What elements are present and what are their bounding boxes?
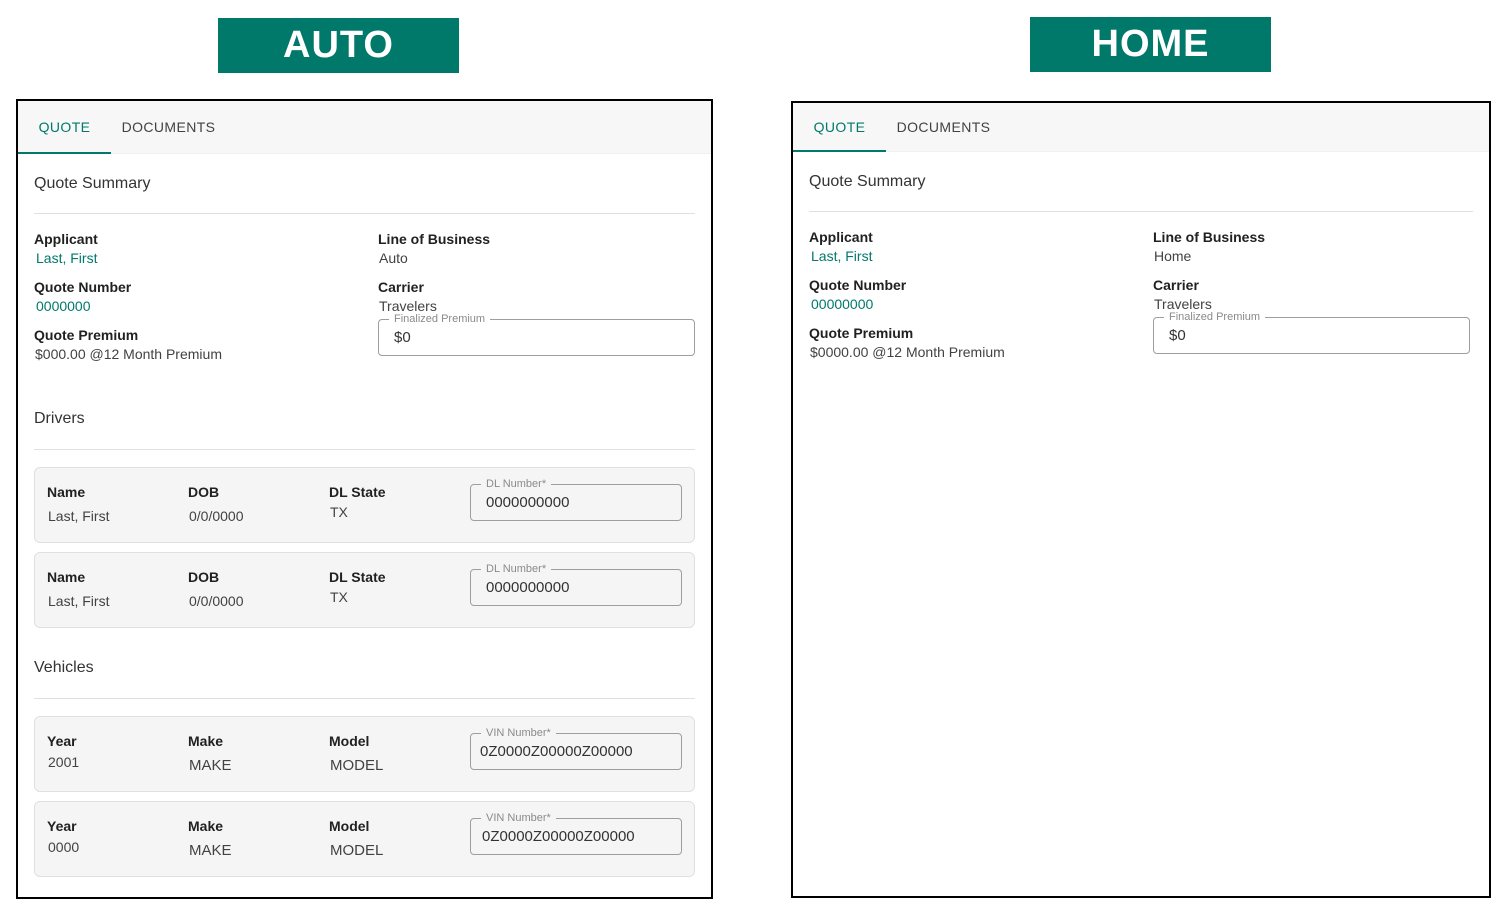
driver-dl-state-label: DL State [329, 484, 386, 500]
vehicle-model: MODEL [330, 757, 384, 774]
vehicle-model-label: Model [329, 733, 370, 749]
home-banner: HOME [1030, 17, 1271, 72]
driver-name-label: Name [47, 484, 86, 500]
finalized-premium-label: Finalized Premium [389, 312, 491, 326]
applicant-link[interactable]: Last, First [809, 246, 1153, 267]
dl-number-field[interactable]: DL Number* 0000000000 [470, 477, 682, 521]
vehicles-title: Vehicles [34, 637, 695, 699]
applicant-label: Applicant [34, 231, 98, 247]
quote-number-link[interactable]: 00000000 [809, 294, 1153, 315]
line-of-business-label: Line of Business [378, 231, 491, 247]
drivers-title: Drivers [34, 388, 695, 450]
dl-number-label: DL Number* [481, 562, 552, 576]
vehicle-card: Year 2001 Make MAKE Model MODEL VIN Number*… [34, 716, 695, 792]
auto-tab-quote[interactable]: QUOTE [18, 101, 111, 154]
finalized-premium-field[interactable]: Finalized Premium $0 [378, 312, 695, 356]
home-quote-summary-title: Quote Summary [809, 152, 1473, 212]
vehicle-year: 0000 [48, 839, 80, 855]
home-quote-panel: QUOTE DOCUMENTS Quote Summary Applicant … [791, 101, 1491, 898]
home-tab-quote[interactable]: QUOTE [793, 103, 886, 152]
vehicle-model: MODEL [330, 842, 384, 859]
auto-summary: Applicant Last, First Quote Number 00000… [34, 214, 695, 374]
driver-dob: 0/0/0000 [189, 593, 244, 609]
dl-number-label: DL Number* [481, 477, 552, 491]
vehicle-make: MAKE [189, 842, 232, 859]
auto-tab-documents[interactable]: DOCUMENTS [111, 101, 226, 153]
dl-number-value: 0000000000 [486, 494, 570, 511]
vin-number-field[interactable]: VIN Number* 0Z0000Z00000Z00000 [470, 811, 682, 855]
quote-premium-label: Quote Premium [809, 325, 914, 341]
vin-number-label: VIN Number* [481, 811, 556, 825]
home-tab-bar: QUOTE DOCUMENTS [793, 103, 1489, 152]
auto-quote-summary-title: Quote Summary [34, 154, 695, 214]
carrier-label: Carrier [1153, 277, 1199, 293]
vehicle-model-label: Model [329, 818, 370, 834]
driver-name-label: Name [47, 569, 86, 585]
dl-number-value: 0000000000 [486, 579, 570, 596]
driver-card: Name Last, First DOB 0/0/0000 DL State TX D… [34, 467, 695, 543]
vehicle-make-label: Make [188, 818, 224, 834]
vin-number-value: 0Z0000Z00000Z00000 [480, 743, 633, 760]
quote-number-link[interactable]: 0000000 [34, 296, 378, 317]
carrier-label: Carrier [378, 279, 424, 295]
quote-premium-value: $000.00 @12 Month Premium [35, 346, 222, 362]
driver-name: Last, First [48, 593, 110, 609]
vehicle-card: Year 0000 Make MAKE Model MODEL VIN Number*… [34, 801, 695, 877]
auto-tab-bar: QUOTE DOCUMENTS [18, 101, 711, 154]
quote-premium-value: $0000.00 @12 Month Premium [810, 344, 1005, 360]
driver-dl-state: TX [330, 504, 348, 520]
driver-dob: 0/0/0000 [189, 508, 244, 524]
auto-quote-panel: QUOTE DOCUMENTS Quote Summary Applicant … [16, 99, 713, 899]
quote-number-label: Quote Number [809, 277, 907, 293]
home-summary: Applicant Last, First Quote Number 00000… [809, 212, 1473, 372]
line-of-business-value: Home [1154, 248, 1192, 264]
vin-number-value: 0Z0000Z00000Z00000 [482, 828, 635, 845]
home-tab-documents[interactable]: DOCUMENTS [886, 103, 1001, 151]
driver-dl-state-label: DL State [329, 569, 386, 585]
driver-dob-label: DOB [188, 569, 220, 585]
vehicle-year: 2001 [48, 754, 80, 770]
driver-name: Last, First [48, 508, 110, 524]
vehicle-make-label: Make [188, 733, 224, 749]
driver-dl-state: TX [330, 589, 348, 605]
finalized-premium-field[interactable]: Finalized Premium $0 [1153, 310, 1470, 354]
finalized-premium-value: $0 [394, 329, 411, 346]
vehicle-year-label: Year [47, 733, 77, 749]
driver-card: Name Last, First DOB 0/0/0000 DL State TX D… [34, 552, 695, 628]
driver-dob-label: DOB [188, 484, 220, 500]
line-of-business-label: Line of Business [1153, 229, 1266, 245]
vin-number-field[interactable]: VIN Number* 0Z0000Z00000Z00000 [470, 726, 682, 770]
applicant-link[interactable]: Last, First [34, 248, 378, 269]
vehicle-make: MAKE [189, 757, 232, 774]
applicant-label: Applicant [809, 229, 873, 245]
quote-premium-label: Quote Premium [34, 327, 139, 343]
vin-number-label: VIN Number* [481, 726, 556, 740]
auto-banner: AUTO [218, 18, 459, 73]
finalized-premium-value: $0 [1169, 327, 1186, 344]
vehicle-year-label: Year [47, 818, 77, 834]
dl-number-field[interactable]: DL Number* 0000000000 [470, 562, 682, 606]
finalized-premium-label: Finalized Premium [1164, 310, 1266, 324]
line-of-business-value: Auto [379, 250, 408, 266]
quote-number-label: Quote Number [34, 279, 132, 295]
